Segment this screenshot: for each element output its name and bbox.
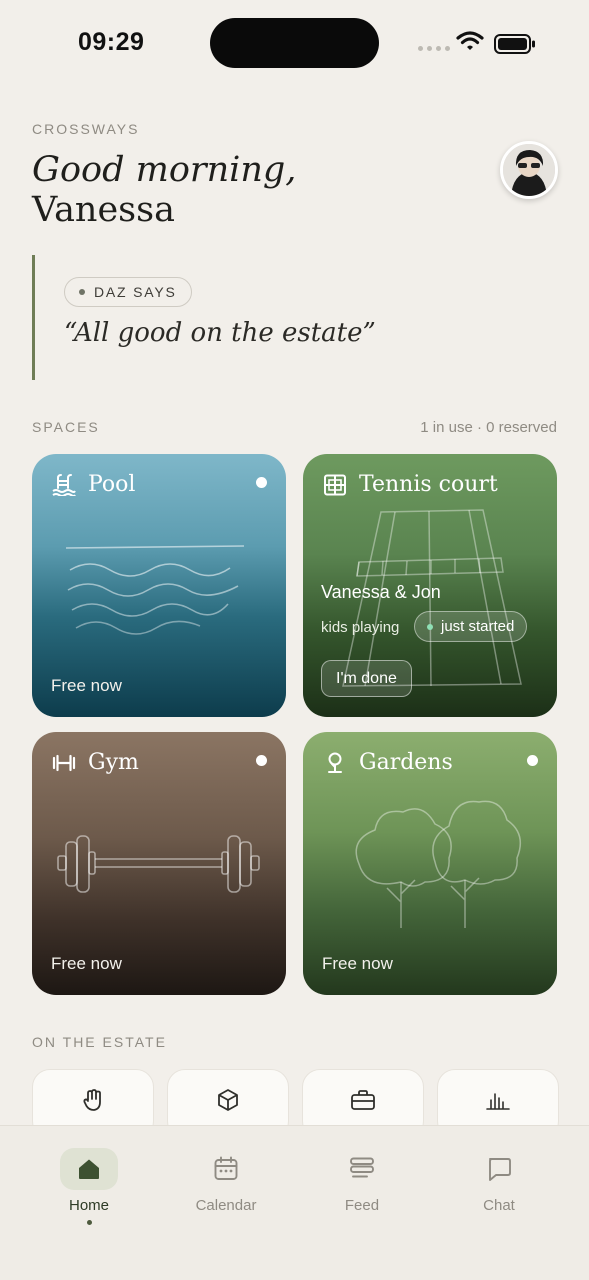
home-icon xyxy=(79,1159,99,1179)
app-name: CROSSWAYS xyxy=(32,121,140,137)
card-name: Gardens xyxy=(359,750,453,775)
wifi-icon xyxy=(456,31,484,50)
home-screen: 09:29 CROSSWAYS Good morning, Vanessa DA… xyxy=(0,0,589,1280)
card-title: Gym xyxy=(52,750,139,775)
tab-feed[interactable]: Feed xyxy=(302,1126,422,1226)
card-title: Tennis court xyxy=(323,472,498,497)
booking-status-label: just started xyxy=(441,618,515,635)
box-icon xyxy=(218,1089,238,1111)
tab-bar: Home Calendar Feed Chat xyxy=(0,1125,589,1280)
greeting: Good morning, Vanessa xyxy=(32,150,296,230)
tab-label: Chat xyxy=(483,1197,515,1214)
card-title: Gardens xyxy=(323,750,453,775)
space-card-pool[interactable]: Pool Free now xyxy=(32,454,286,717)
space-card-gardens[interactable]: Gardens Free now xyxy=(303,732,557,995)
tab-label: Home xyxy=(68,1197,109,1214)
dynamic-island xyxy=(210,18,379,68)
card-title: Pool xyxy=(52,472,135,497)
card-name: Gym xyxy=(88,750,139,775)
briefcase-icon xyxy=(351,1090,375,1110)
avatar[interactable] xyxy=(500,141,558,199)
space-card-gym[interactable]: Gym Free now xyxy=(32,732,286,995)
signal-icon xyxy=(418,46,450,51)
feed-icon xyxy=(350,1157,374,1178)
card-name: Tennis court xyxy=(359,472,498,497)
card-status: Free now xyxy=(51,954,122,973)
availability-dot xyxy=(527,755,538,766)
space-card-tennis-court[interactable]: Tennis court Vanessa & Jon kids playing … xyxy=(303,454,557,717)
pool-icon xyxy=(52,473,76,496)
tab-home[interactable]: Home xyxy=(29,1126,149,1226)
card-name: Pool xyxy=(88,472,136,497)
tab-calendar[interactable]: Calendar xyxy=(166,1126,286,1226)
battery-icon xyxy=(494,34,535,54)
tennis-court-icon xyxy=(324,474,346,495)
tab-icon-wrap xyxy=(333,1148,391,1190)
live-dot xyxy=(427,623,433,630)
tab-icon-wrap xyxy=(470,1148,528,1190)
quote-accent-bar xyxy=(32,255,35,380)
tab-icon-wrap xyxy=(197,1148,255,1190)
status-time: 09:29 xyxy=(78,28,145,56)
im-done-button[interactable]: I'm done xyxy=(321,660,412,697)
tree-icon xyxy=(328,752,342,773)
tab-icon-wrap xyxy=(60,1148,118,1190)
spaces-label: SPACES xyxy=(32,419,100,435)
tab-chat[interactable]: Chat xyxy=(439,1126,559,1226)
hand-icon xyxy=(83,1089,101,1111)
dumbbell-icon xyxy=(52,754,76,771)
availability-dot xyxy=(256,755,267,766)
card-status: Free now xyxy=(51,676,122,695)
greeting-name: Vanessa xyxy=(32,190,175,230)
tab-label: Calendar xyxy=(195,1197,257,1214)
active-indicator xyxy=(86,1220,92,1225)
booking-players: Vanessa & Jon xyxy=(321,582,441,602)
greeting-line-1: Good morning, xyxy=(32,150,297,190)
on-the-estate-label: ON THE ESTATE xyxy=(32,1034,167,1050)
estate-quote: “All good on the estate” xyxy=(64,318,376,348)
availability-dot xyxy=(256,477,267,488)
spaces-summary: 1 in use · 0 reserved xyxy=(420,419,557,436)
daz-says-badge: DAZ SAYS xyxy=(64,277,192,307)
tab-label: Feed xyxy=(344,1197,380,1214)
booking-status-badge: just started xyxy=(414,611,528,642)
calendar-icon xyxy=(214,1156,238,1180)
badge-dot xyxy=(79,289,85,295)
chat-icon xyxy=(489,1158,511,1181)
daz-says-label: DAZ SAYS xyxy=(94,284,177,300)
booking-activity: kids playing xyxy=(321,619,400,636)
avatar-photo-icon xyxy=(503,144,555,196)
card-status: Free now xyxy=(322,954,393,973)
chart-icon xyxy=(486,1093,510,1110)
